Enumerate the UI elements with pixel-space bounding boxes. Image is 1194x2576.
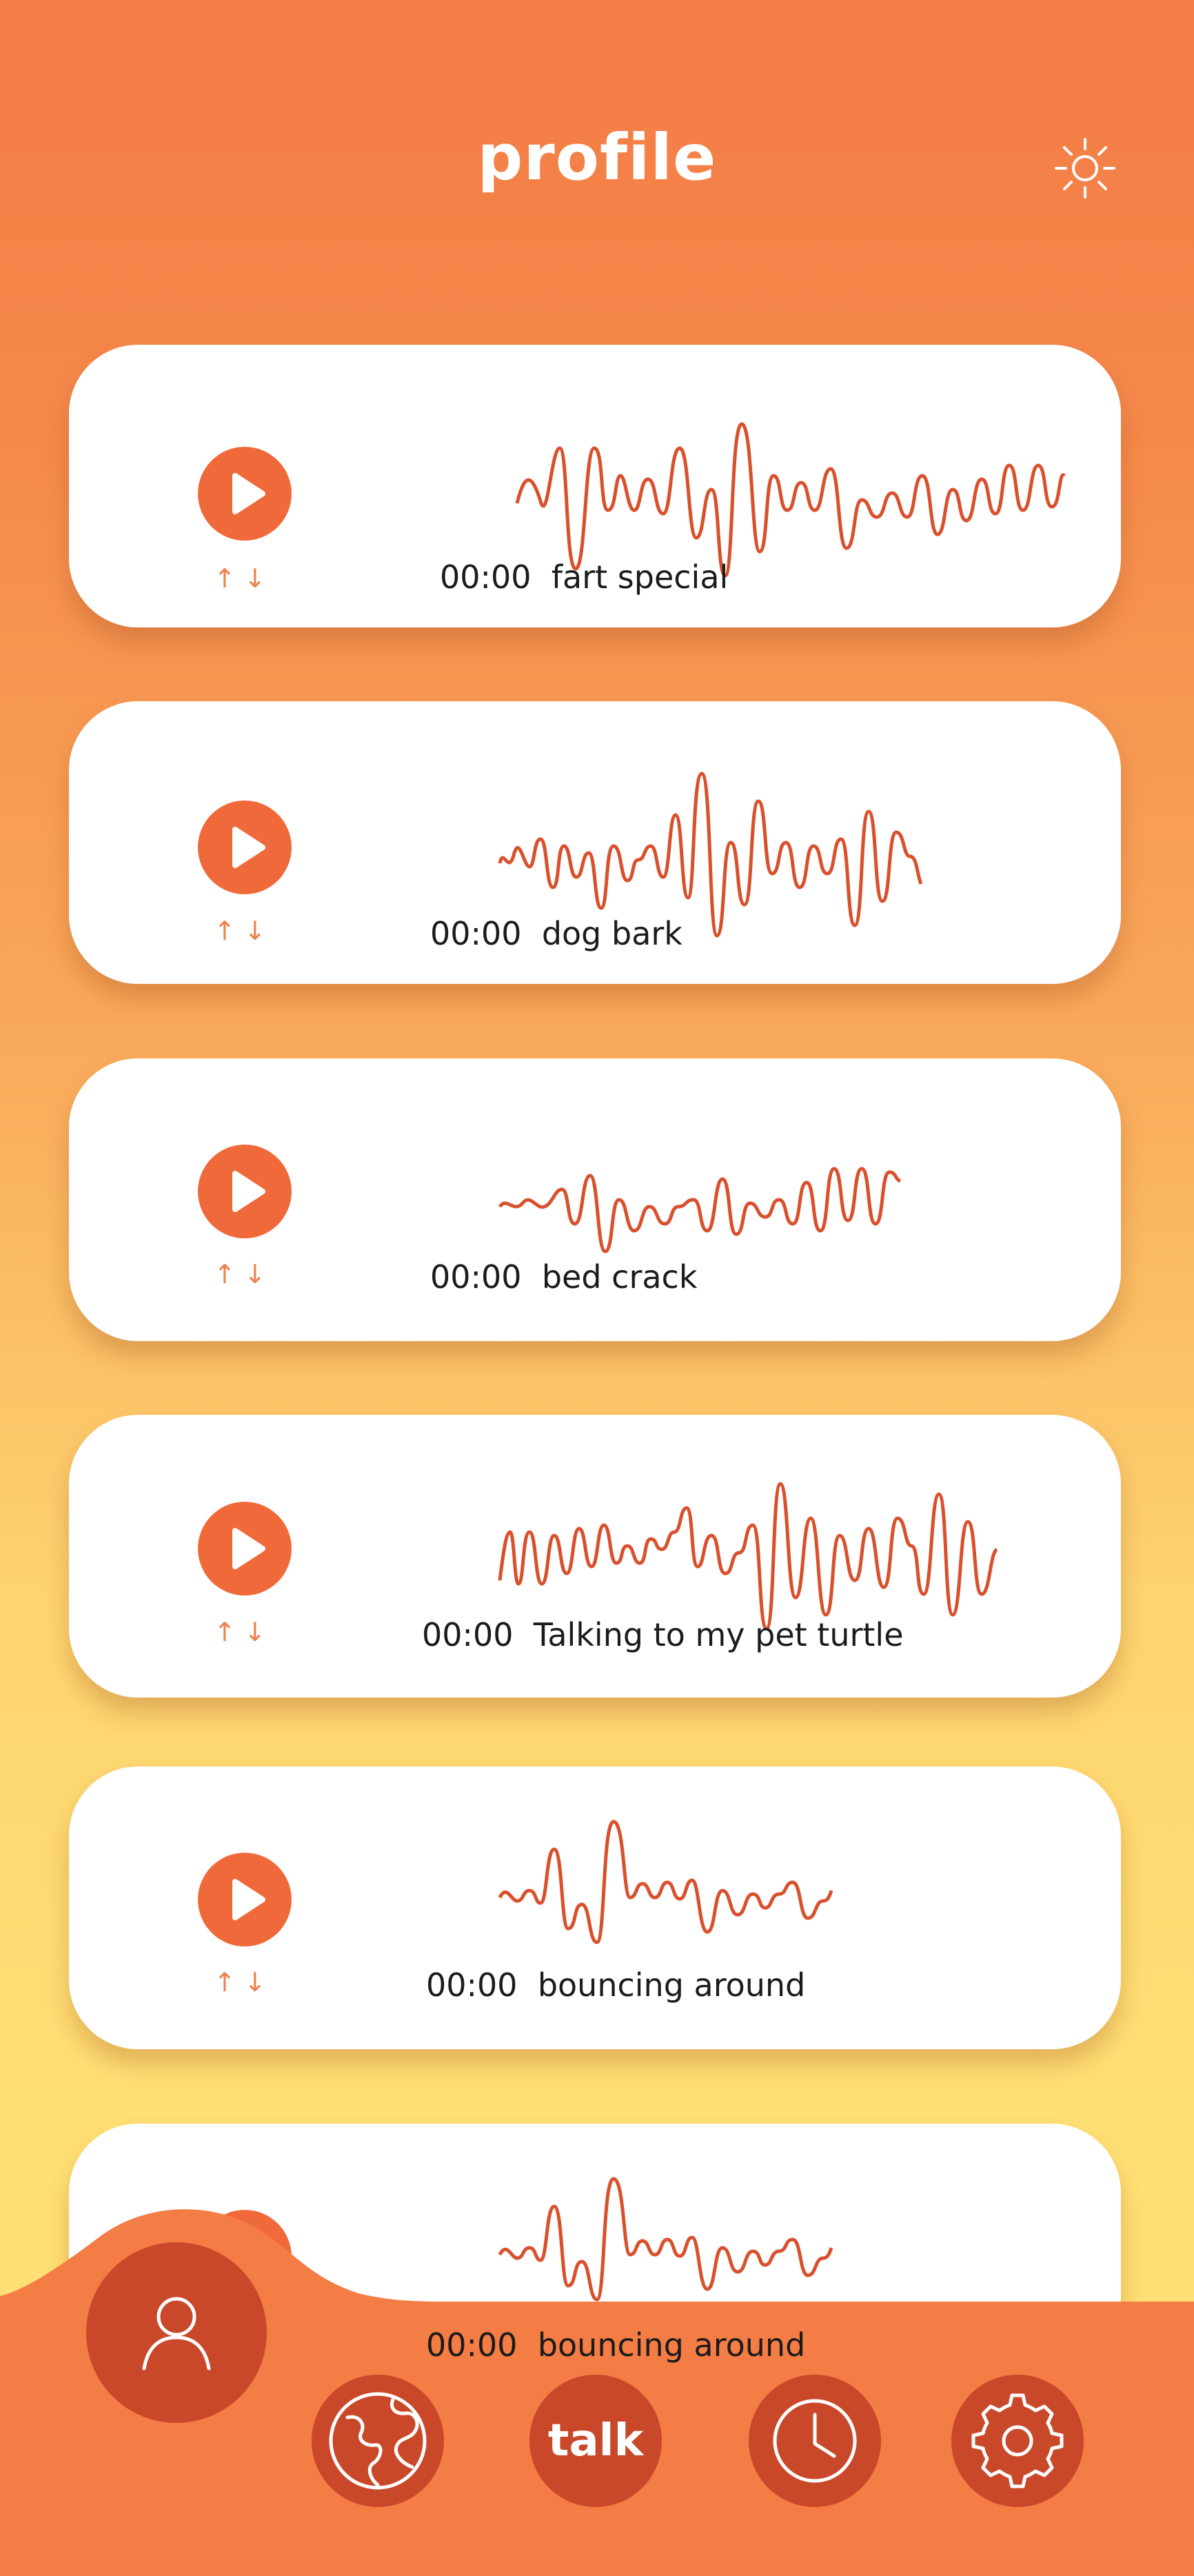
recording-meta: 00:00 fart special [440,559,728,596]
page-title: profile [477,121,717,194]
globe-icon [329,2392,427,2490]
gear-icon [971,2393,1064,2488]
recording-time: 00:00 [426,2326,518,2364]
sort-arrows[interactable]: ↑↓ [214,915,280,947]
recording-meta: 00:00 dog bark [430,915,682,952]
recording-card[interactable]: ↑↓ 00:00 bouncing around [69,1767,1121,2049]
profile-button[interactable] [86,2242,267,2423]
recording-name: fart special [551,559,729,596]
user-icon [142,2297,211,2371]
recording-time: 00:00 [426,1966,518,2004]
sort-arrows[interactable]: ↑↓ [214,563,280,594]
play-button[interactable] [198,447,292,541]
recording-time: 00:00 [422,1616,514,1653]
recording-name: bouncing around [537,2326,806,2364]
recording-meta: 00:00 bouncing around [426,2326,805,2364]
recording-time: 00:00 [430,915,522,952]
move-up-icon[interactable]: ↑ [214,1617,244,1647]
move-down-icon[interactable]: ↓ [244,1617,274,1647]
play-button[interactable] [198,1502,292,1596]
recording-time: 00:00 [440,559,532,596]
play-icon [232,1171,265,1212]
sort-arrows[interactable]: ↑↓ [214,1966,280,1998]
waveform [515,422,1066,578]
recording-name: dog bark [541,915,682,952]
move-up-icon[interactable]: ↑ [214,563,244,594]
move-down-icon[interactable]: ↓ [244,563,274,594]
play-icon [232,827,265,868]
recording-card[interactable]: ↑↓ 00:00 dog bark [69,701,1121,984]
recording-time: 00:00 [430,1258,522,1296]
play-icon [232,473,265,514]
sun-icon [1055,138,1115,199]
play-icon [232,1528,265,1569]
explore-button[interactable] [312,2375,444,2507]
recording-card[interactable]: ↑↓ 00:00 bed crack [69,1058,1121,1341]
move-down-icon[interactable]: ↓ [244,1259,274,1289]
clock-icon [773,2399,857,2483]
sort-arrows[interactable]: ↑↓ [214,1258,280,1290]
play-button[interactable] [198,1145,292,1238]
recording-name: bouncing around [537,1966,806,2004]
waveform [498,1167,902,1254]
theme-toggle-button[interactable] [1053,137,1117,200]
move-up-icon[interactable]: ↑ [214,1259,244,1289]
history-button[interactable] [749,2375,881,2507]
talk-label: talk [547,2415,644,2466]
recording-card[interactable]: ↑↓ 00:00 Talking to my pet turtle [69,1415,1121,1698]
move-up-icon[interactable]: ↑ [214,1967,244,1998]
move-up-icon[interactable]: ↑ [214,916,244,946]
move-down-icon[interactable]: ↓ [244,916,274,946]
talk-button[interactable]: talk [529,2375,662,2507]
play-button[interactable] [198,1853,292,1946]
settings-button[interactable] [951,2375,1084,2507]
sort-arrows[interactable]: ↑↓ [214,1616,280,1648]
recording-card[interactable]: ↑↓ 00:00 fart special [69,345,1121,627]
recording-name: bed crack [541,1258,698,1296]
recording-name: Talking to my pet turtle [533,1616,904,1653]
play-icon [232,1879,265,1920]
recording-meta: 00:00 Talking to my pet turtle [422,1616,904,1653]
move-down-icon[interactable]: ↓ [244,1967,274,1998]
play-button[interactable] [198,801,292,894]
recording-meta: 00:00 bed crack [430,1258,697,1296]
recording-meta: 00:00 bouncing around [426,1966,805,2004]
